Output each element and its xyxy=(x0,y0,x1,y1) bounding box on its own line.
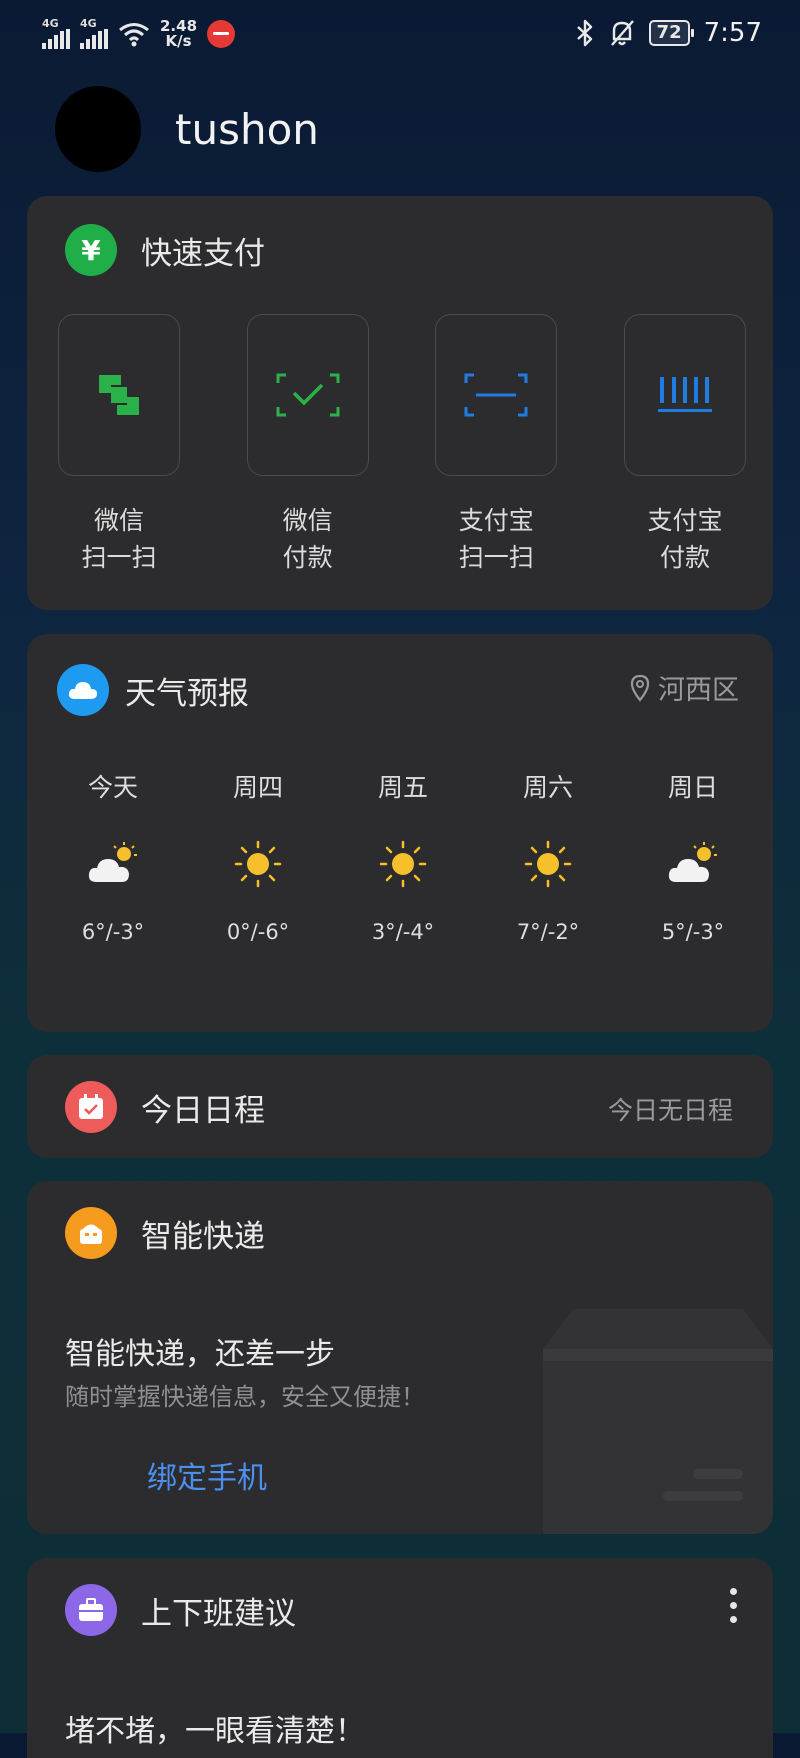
forecast-day: 周六 7°/-2° xyxy=(516,773,580,944)
quick-pay-title: 快速支付 xyxy=(141,235,265,272)
battery-indicator: 72 xyxy=(648,20,694,46)
weather-location[interactable]: 河西区 xyxy=(630,668,739,707)
express-heading: 智能快递，还差一步 xyxy=(65,1337,335,1372)
commute-text: 堵不堵，一眼看清楚！ xyxy=(65,1714,365,1749)
wechat-scan-icon xyxy=(99,375,139,415)
sunny-icon xyxy=(379,836,427,892)
profile-header[interactable]: tushon xyxy=(55,86,319,172)
partly-cloudy-icon xyxy=(86,836,140,892)
box-illustration-icon xyxy=(543,1309,773,1534)
network-speed: 2.48 K/s xyxy=(160,16,198,50)
express-header: 智能快递 xyxy=(65,1207,265,1259)
briefcase-icon xyxy=(65,1584,117,1636)
username: tushon xyxy=(175,104,319,154)
express-subtitle: 随时掌握快递信息，安全又便捷！ xyxy=(65,1383,425,1411)
bluetooth-icon xyxy=(576,19,592,47)
schedule-header: 今日日程 xyxy=(65,1081,265,1133)
weather-title: 天气预报 xyxy=(125,675,249,712)
weather-card[interactable]: 天气预报 河西区 今天 6°/-3° 周四 0°/-6° 周五 3°/-4° 周… xyxy=(27,634,773,1032)
forecast-day: 周四 0°/-6° xyxy=(226,773,290,944)
commute-header: 上下班建议 xyxy=(65,1584,296,1636)
schedule-empty-note: 今日无日程 xyxy=(607,1096,733,1125)
schedule-card[interactable]: 今日日程 今日无日程 xyxy=(27,1055,773,1158)
express-card[interactable]: 智能快递 智能快递，还差一步 随时掌握快递信息，安全又便捷！ 绑定手机 xyxy=(27,1181,773,1534)
wechat-scan-button[interactable]: 微信 扫一扫 xyxy=(57,314,181,576)
signal-4g-2-icon: 4G xyxy=(80,18,108,49)
forecast-day: 周日 5°/-3° xyxy=(661,773,725,944)
signal-4g-1-icon: 4G xyxy=(42,18,70,49)
status-bar: 4G 4G 2.48 K/s 72 7:57 xyxy=(0,0,800,70)
commute-card[interactable]: 上下班建议 堵不堵，一眼看清楚！ xyxy=(27,1558,773,1758)
avatar[interactable] xyxy=(55,86,141,172)
express-title: 智能快递 xyxy=(141,1218,265,1255)
more-options-icon[interactable] xyxy=(723,1588,743,1623)
calendar-icon xyxy=(65,1081,117,1133)
wifi-icon xyxy=(119,22,149,46)
location-label: 河西区 xyxy=(658,675,739,706)
forecast-day: 今天 6°/-3° xyxy=(81,773,145,944)
sunny-icon xyxy=(234,836,282,892)
yuan-icon: ¥ xyxy=(65,224,117,276)
alipay-pay-button[interactable]: 支付宝 付款 xyxy=(623,314,747,576)
cloud-icon xyxy=(57,664,109,716)
location-pin-icon xyxy=(630,674,650,702)
forecast-day: 周五 3°/-4° xyxy=(371,773,435,944)
sunny-icon xyxy=(524,836,572,892)
commute-title: 上下班建议 xyxy=(141,1595,296,1632)
app-notification-icon xyxy=(207,19,236,48)
status-time: 7:57 xyxy=(703,18,762,48)
schedule-title: 今日日程 xyxy=(141,1092,265,1129)
partly-cloudy-icon xyxy=(666,836,720,892)
quick-pay-header: ¥ 快速支付 xyxy=(65,224,265,276)
wechat-pay-icon xyxy=(276,373,340,417)
weather-header: 天气预报 xyxy=(57,664,249,716)
bell-off-icon xyxy=(610,20,634,46)
wechat-pay-button[interactable]: 微信 付款 xyxy=(246,314,370,576)
quick-pay-card: ¥ 快速支付 微信 扫一扫 微信 付款 支付宝 扫一扫 支付宝 付款 xyxy=(27,196,773,610)
alipay-pay-icon xyxy=(657,377,712,412)
bind-phone-link[interactable]: 绑定手机 xyxy=(147,1453,267,1497)
alipay-scan-icon xyxy=(464,373,528,417)
parcel-robot-icon xyxy=(65,1207,117,1259)
alipay-scan-button[interactable]: 支付宝 扫一扫 xyxy=(434,314,558,576)
